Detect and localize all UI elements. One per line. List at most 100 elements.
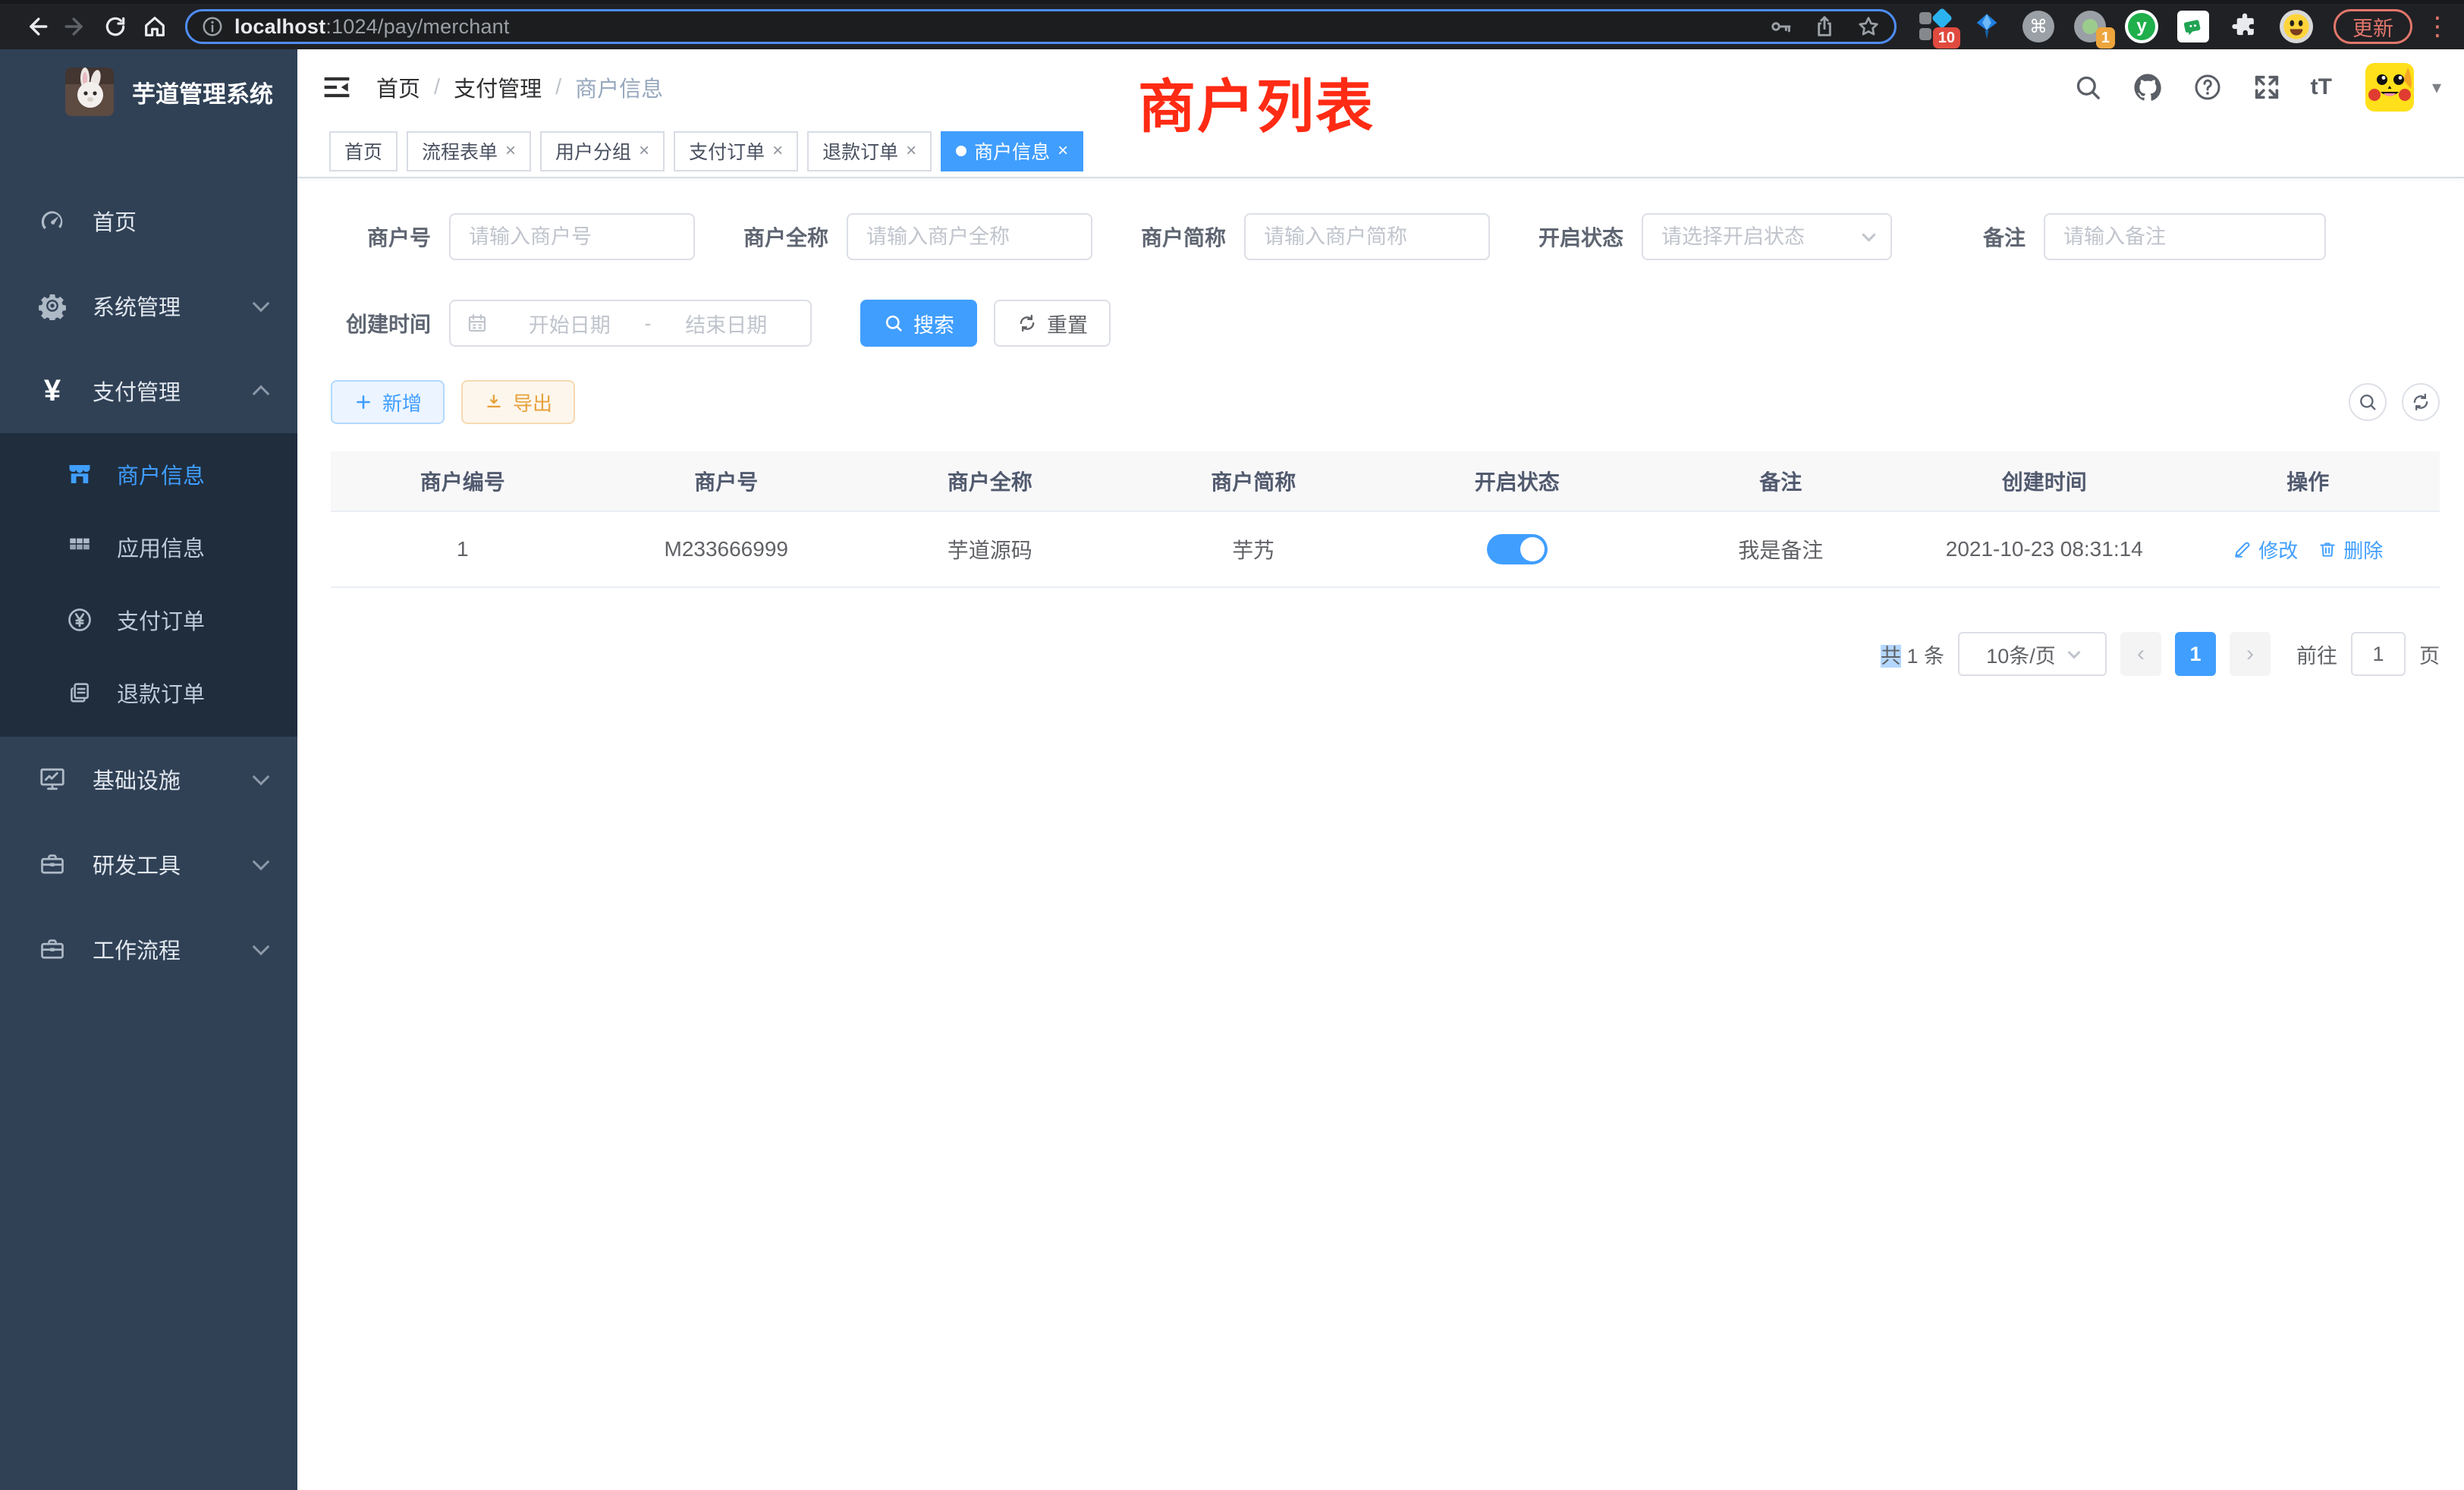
status-select-input[interactable] xyxy=(1642,213,1892,260)
toolbox-icon xyxy=(35,935,70,963)
cell-remark: 我是备注 xyxy=(1649,534,1913,564)
red-annotation-text: 商户列表 xyxy=(1138,60,1375,143)
next-page-button[interactable]: › xyxy=(2230,632,2271,676)
remark-input[interactable] xyxy=(2044,213,2326,260)
export-button[interactable]: 导出 xyxy=(461,380,575,424)
status-select[interactable] xyxy=(1642,213,1892,260)
fullscreen-icon[interactable] xyxy=(2252,72,2282,102)
sidebar-item-pay-order[interactable]: 支付订单 xyxy=(0,583,297,656)
current-page-button[interactable]: 1 xyxy=(2175,632,2216,676)
status-label: 开启状态 xyxy=(1523,222,1623,252)
search-button[interactable]: 搜索 xyxy=(860,300,977,347)
tab-process-form[interactable]: 流程表单× xyxy=(407,131,531,171)
extensions-puzzle-icon[interactable] xyxy=(2227,9,2262,44)
dashboard-gauge-icon xyxy=(35,206,70,235)
full-name-input[interactable] xyxy=(847,213,1092,260)
start-date-placeholder[interactable]: 开始日期 xyxy=(501,309,639,338)
table-toolbar: 新增 导出 xyxy=(331,380,2440,424)
browser-update-button[interactable]: 更新 xyxy=(2334,9,2412,44)
password-key-icon[interactable] xyxy=(1768,14,1793,39)
status-toggle[interactable] xyxy=(1487,534,1548,564)
url-bar[interactable]: localhost:1024/pay/merchant xyxy=(185,9,1897,44)
avatar-caret-icon[interactable]: ▾ xyxy=(2432,77,2441,99)
sidebar-item-dev-tools[interactable]: 研发工具 xyxy=(0,822,297,907)
sidebar-item-payment[interactable]: ¥ 支付管理 xyxy=(0,348,297,433)
chevron-up-icon xyxy=(253,385,270,403)
chevron-down-icon xyxy=(253,938,270,956)
help-question-icon[interactable] xyxy=(2192,72,2223,102)
breadcrumb-separator: / xyxy=(555,75,561,100)
breadcrumb: 首页 / 支付管理 / 商户信息 xyxy=(376,71,663,103)
chevron-down-icon xyxy=(253,295,270,313)
refresh-table-button[interactable] xyxy=(2402,383,2440,421)
extension-recorder-icon[interactable]: 1 xyxy=(2073,9,2107,44)
cell-create-time: 2021-10-23 08:31:14 xyxy=(1912,537,2176,561)
sidebar-item-infrastructure[interactable]: 基础设施 xyxy=(0,737,297,822)
filter-row-2: 创建时间 开始日期 - 结束日期 搜索 重置 xyxy=(331,300,2440,347)
grid-table-icon xyxy=(64,534,96,560)
reset-button[interactable]: 重置 xyxy=(994,300,1111,347)
show-search-toggle-button[interactable] xyxy=(2349,383,2387,421)
payment-submenu: 商户信息 应用信息 支付订单 xyxy=(0,433,297,737)
font-size-icon[interactable]: tT xyxy=(2311,74,2332,100)
browser-forward-icon[interactable] xyxy=(56,7,96,46)
filter-row-1: 商户号 商户全称 商户简称 开启状态 xyxy=(331,213,2440,260)
sidebar-item-merchant-info[interactable]: 商户信息 xyxy=(0,438,297,511)
cell-merchant-no: M233666999 xyxy=(595,537,859,561)
edit-link[interactable]: 修改 xyxy=(2233,536,2298,564)
merchant-table: 商户编号 商户号 商户全称 商户简称 开启状态 备注 创建时间 操作 1 M23… xyxy=(331,451,2440,588)
cell-full-name: 芋道源码 xyxy=(858,534,1122,564)
add-button[interactable]: 新增 xyxy=(331,380,445,424)
tab-home[interactable]: 首页 xyxy=(329,131,398,171)
extension-diamond-icon[interactable]: 10 xyxy=(1918,9,1953,44)
extension-cmd-icon[interactable]: ⌘ xyxy=(2021,9,2056,44)
bookmark-star-icon[interactable] xyxy=(1856,14,1881,39)
prev-page-button[interactable]: ‹ xyxy=(2120,632,2161,676)
tab-refund-order[interactable]: 退款订单× xyxy=(807,131,932,171)
browser-back-icon[interactable] xyxy=(17,7,56,46)
close-icon[interactable]: × xyxy=(906,140,916,162)
create-time-range-picker[interactable]: 开始日期 - 结束日期 xyxy=(449,300,812,347)
goto-page-input[interactable] xyxy=(2351,632,2406,676)
cmd-glyph: ⌘ xyxy=(2029,16,2048,38)
share-icon[interactable] xyxy=(1812,14,1837,39)
extension-chat-icon[interactable] xyxy=(2176,9,2211,44)
delete-link[interactable]: 删除 xyxy=(2318,536,2383,564)
end-date-placeholder[interactable]: 结束日期 xyxy=(658,309,796,338)
close-icon[interactable]: × xyxy=(772,140,783,162)
store-icon xyxy=(64,461,96,488)
close-icon[interactable]: × xyxy=(639,140,649,162)
tab-user-group[interactable]: 用户分组× xyxy=(540,131,665,171)
close-icon[interactable]: × xyxy=(1058,140,1068,162)
close-icon[interactable]: × xyxy=(505,140,516,162)
sidebar-logo[interactable]: 芋道管理系统 xyxy=(0,49,297,134)
sidebar-item-app-info[interactable]: 应用信息 xyxy=(0,511,297,583)
sidebar-menu: 首页 系统管理 ¥ 支付管理 商户信息 xyxy=(0,178,297,992)
sidebar-item-system[interactable]: 系统管理 xyxy=(0,263,297,348)
merchant-no-input[interactable] xyxy=(449,213,695,260)
extension-y-icon[interactable]: y xyxy=(2124,9,2159,44)
logo-rabbit-image xyxy=(65,68,114,116)
user-avatar[interactable] xyxy=(2365,63,2414,112)
table-header-row: 商户编号 商户号 商户全称 商户简称 开启状态 备注 创建时间 操作 xyxy=(331,451,2440,512)
sidebar-item-refund-order[interactable]: 退款订单 xyxy=(0,656,297,729)
breadcrumb-home[interactable]: 首页 xyxy=(376,71,420,103)
browser-menu-kebab-icon[interactable]: ⋮ xyxy=(2425,11,2450,42)
site-info-icon[interactable] xyxy=(201,15,224,38)
tab-pay-order[interactable]: 支付订单× xyxy=(674,131,798,171)
page-size-select[interactable]: 10条/页 xyxy=(1958,632,2107,676)
github-icon[interactable] xyxy=(2132,71,2164,103)
extension-badge: 10 xyxy=(1933,27,1960,49)
extension-kite-icon[interactable] xyxy=(1969,9,2004,44)
breadcrumb-payment[interactable]: 支付管理 xyxy=(454,71,542,103)
chevron-down-icon xyxy=(253,769,270,786)
tab-merchant-info[interactable]: 商户信息× xyxy=(941,131,1083,171)
extension-emoji-icon[interactable] xyxy=(2279,9,2314,44)
sidebar-item-workflow[interactable]: 工作流程 xyxy=(0,907,297,992)
sidebar-fold-icon[interactable] xyxy=(322,74,352,101)
short-name-input[interactable] xyxy=(1244,213,1490,260)
sidebar-item-home[interactable]: 首页 xyxy=(0,178,297,263)
browser-home-icon[interactable] xyxy=(135,7,174,46)
browser-reload-icon[interactable] xyxy=(96,7,135,46)
header-search-icon[interactable] xyxy=(2073,72,2103,102)
